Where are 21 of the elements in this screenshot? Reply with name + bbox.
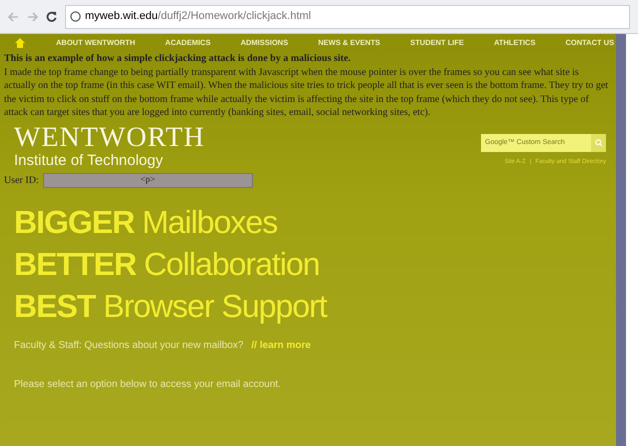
url-text: myweb.wit.edu/duffj2/Homework/clickjack.html	[85, 9, 311, 24]
forward-icon[interactable]	[27, 12, 38, 22]
scrollbar[interactable]	[616, 34, 626, 446]
reload-icon[interactable]	[46, 11, 57, 22]
user-id-field[interactable]: <p>	[42, 172, 253, 188]
home-icon[interactable]	[14, 37, 26, 49]
address-field[interactable]: myweb.wit.edu/duffj2/Homework/clickjack.html	[65, 4, 630, 28]
question-text: Faculty & Staff: Questions about your new mailbox?	[14, 338, 244, 352]
logo-title: WENTWORTH	[14, 124, 205, 152]
overlay-title: This is an example of how a simple clickjacking attack is done by a malicious site.	[4, 52, 352, 66]
overlay-paragraph: I made the top frame change to being partially transparent with Javascript when the mouse pointer is over the frames so you can see what site is actually on the top frame (in this case WIT email). When the malicious site tries to trick people all that is ever seen is the bottom frame. They try to get the victim to click on stuff on the bottom frame while actually the victim is affecting the site in the top frame (which they do not see). This type of attack can target sites that you are logged into currently (banking sites, email, social networking sites, etc).	[4, 66, 610, 120]
headline: BETTER Collaboration	[14, 244, 320, 284]
instruction-text: Please select an option below to access your email account.	[14, 378, 282, 392]
search-icon	[594, 138, 602, 146]
headline: BEST Browser Support	[14, 286, 328, 326]
learn-more-link[interactable]: // learn more	[251, 338, 311, 352]
back-icon[interactable]	[8, 12, 19, 22]
logo-subtitle: Institute of Technology	[14, 152, 164, 168]
search-button[interactable]	[591, 134, 606, 152]
headline: BIGGER Mailboxes	[14, 202, 278, 242]
user-id-label: User ID:	[4, 174, 39, 188]
